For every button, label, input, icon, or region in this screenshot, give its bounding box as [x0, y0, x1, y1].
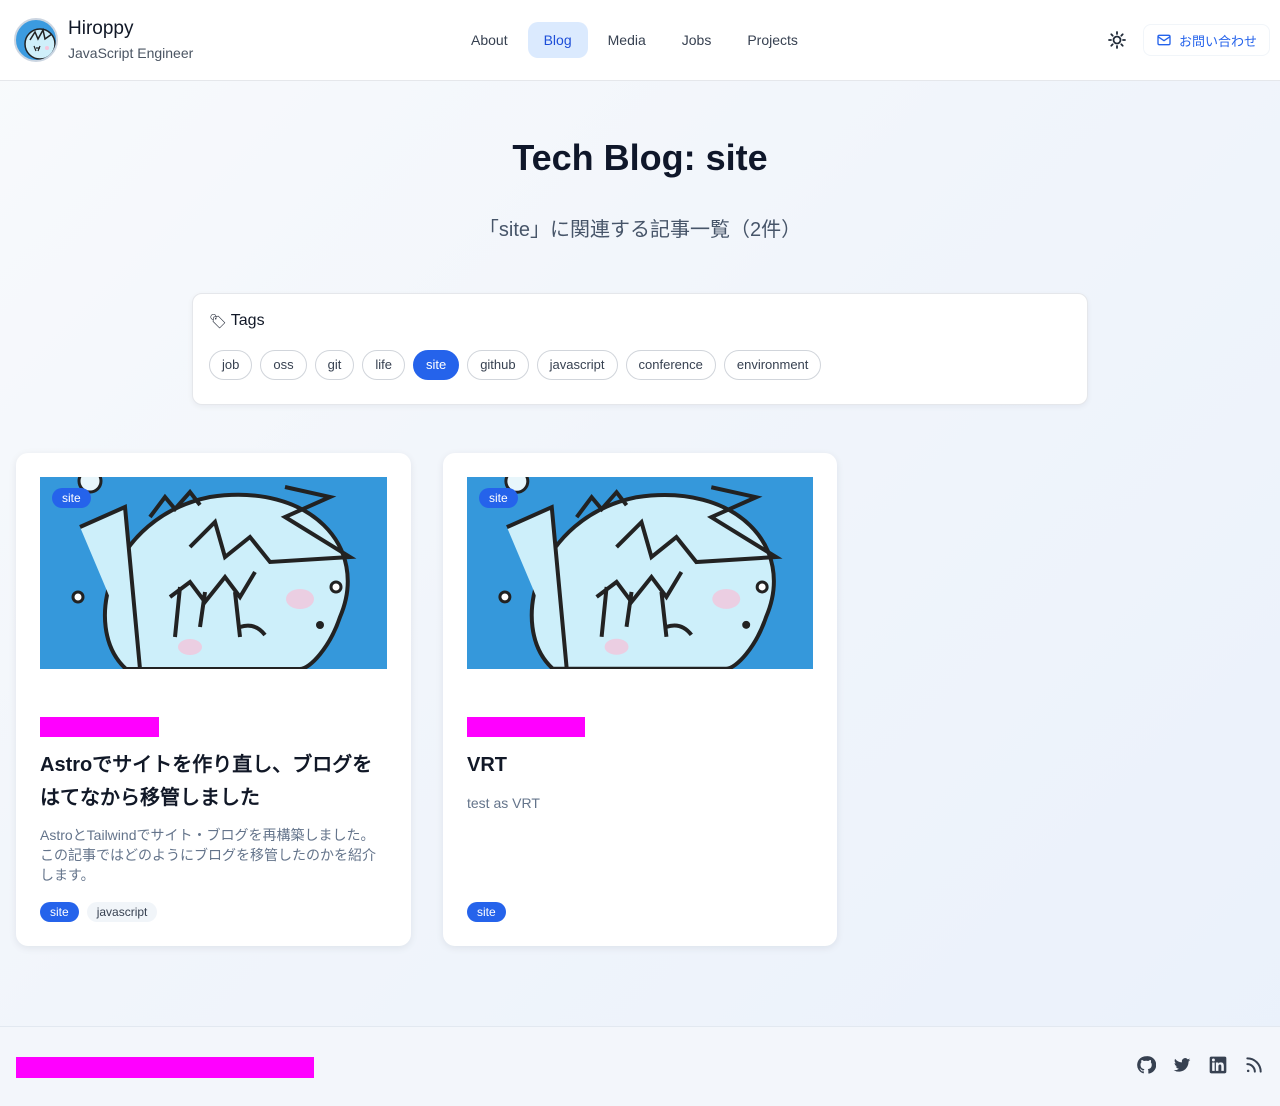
post-thumbnail: site: [467, 477, 813, 669]
tag-icon: 🏷: [209, 312, 227, 329]
post-date-placeholder: [467, 717, 585, 737]
post-tag-javascript[interactable]: javascript: [86, 902, 158, 922]
site-footer: [0, 1026, 1280, 1106]
contact-label: お問い合わせ: [1179, 33, 1258, 49]
tag-github[interactable]: github: [467, 350, 529, 380]
tag-environment[interactable]: environment: [723, 350, 822, 380]
nav-jobs[interactable]: Jobs: [666, 22, 728, 58]
rss-link[interactable]: [1244, 1055, 1264, 1075]
site-header: Hiroppy JavaScript Engineer About Blog M…: [0, 0, 1280, 81]
main-nav: About Blog Media Jobs Projects: [455, 22, 818, 58]
nav-about[interactable]: About: [455, 22, 524, 58]
brand-role: JavaScript Engineer: [68, 45, 194, 61]
post-tags: site javascript: [40, 902, 165, 922]
rss-icon: [1246, 1057, 1262, 1073]
post-date-placeholder: [40, 717, 159, 737]
thumbnail-tag-badge: site: [52, 488, 91, 508]
tag-javascript[interactable]: javascript: [536, 350, 618, 380]
page-subtitle: 「site」に関連する記事一覧（2件）: [478, 219, 802, 241]
nav-projects[interactable]: Projects: [731, 22, 814, 58]
post-title[interactable]: Astroでサイトを作り直し、ブログをはてなから移管しました: [40, 749, 387, 815]
thumbnail-tag-badge: site: [479, 488, 518, 508]
post-title[interactable]: VRT: [467, 749, 814, 782]
tag-life[interactable]: life: [362, 350, 405, 380]
linkedin-link[interactable]: [1208, 1055, 1228, 1075]
brand-link[interactable]: Hiroppy JavaScript Engineer: [14, 18, 193, 62]
sun-icon: [1108, 31, 1126, 49]
avatar: [14, 18, 58, 62]
tags-list: job oss git life site github javascript …: [209, 350, 829, 380]
post-description: AstroとTailwindでサイト・ブログを再構築しました。この記事ではどのよ…: [40, 827, 376, 883]
twitter-link[interactable]: [1172, 1055, 1192, 1075]
post-tag-site[interactable]: site: [467, 902, 506, 922]
github-icon: [1137, 1056, 1157, 1074]
tags-heading-label: Tags: [230, 312, 265, 329]
tag-git[interactable]: git: [314, 350, 355, 380]
theme-toggle-button[interactable]: [1105, 28, 1129, 52]
copyright-placeholder: [16, 1057, 314, 1078]
post-card[interactable]: site VRT test as VRT site: [443, 453, 837, 946]
post-card[interactable]: site Astroでサイトを作り直し、ブログをはてなから移管しました Astr…: [16, 453, 411, 946]
twitter-icon: [1173, 1058, 1191, 1072]
post-thumbnail: site: [40, 477, 387, 669]
brand-name: Hiroppy: [68, 18, 134, 39]
tag-site[interactable]: site: [412, 350, 460, 380]
nav-blog[interactable]: Blog: [527, 22, 588, 58]
tags-panel: 🏷 Tags job oss git life site github java…: [192, 293, 1088, 405]
mail-icon: [1156, 32, 1172, 48]
tag-conference[interactable]: conference: [625, 350, 716, 380]
github-link[interactable]: [1136, 1055, 1157, 1075]
nav-media[interactable]: Media: [592, 22, 662, 58]
linkedin-icon: [1209, 1056, 1227, 1074]
tag-oss[interactable]: oss: [260, 350, 307, 380]
tags-heading: 🏷 Tags: [209, 312, 265, 330]
page-title: Tech Blog: site: [512, 137, 768, 178]
post-description: test as VRT: [467, 795, 540, 811]
contact-button[interactable]: お問い合わせ: [1143, 24, 1271, 56]
post-tags: site: [467, 902, 514, 922]
post-tag-site[interactable]: site: [40, 902, 79, 922]
tag-job[interactable]: job: [209, 350, 253, 380]
